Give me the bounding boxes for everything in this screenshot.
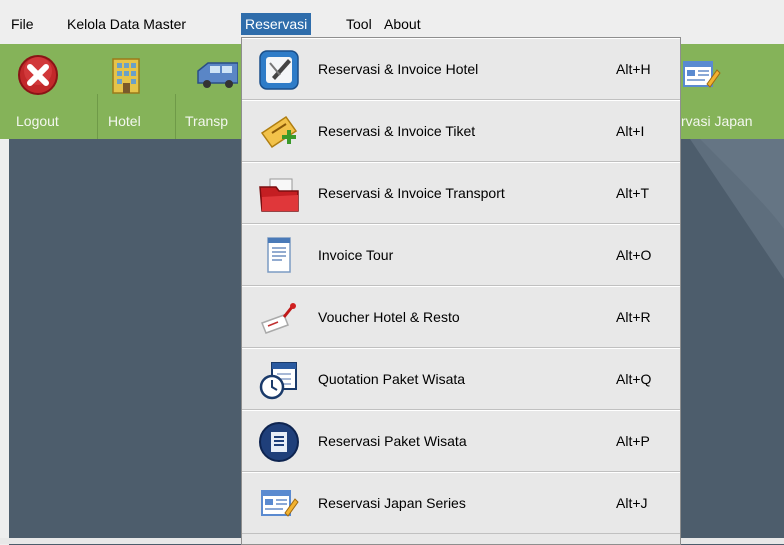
toolbar-separator — [97, 94, 98, 139]
reservasi-japan-label: rvasi Japan — [681, 113, 753, 129]
menu-item-reservasi-invoice-tiket[interactable]: Reservasi & Invoice Tiket Alt+I — [242, 100, 680, 162]
menu-item-quotation-paket-wisata[interactable]: Quotation Paket Wisata Alt+Q — [242, 348, 680, 410]
menu-item-invoice-tour[interactable]: Invoice Tour Alt+O — [242, 224, 680, 286]
menu-item-reservasi-invoice-transport[interactable]: Reservasi & Invoice Transport Alt+T — [242, 162, 680, 224]
menu-kelola-data-master[interactable]: Kelola Data Master — [63, 13, 190, 35]
document-icon — [267, 237, 291, 273]
menu-item-voucher-hotel-resto[interactable]: Voucher Hotel & Resto Alt+R — [242, 286, 680, 348]
menu-item-label: Reservasi & Invoice Tiket — [318, 123, 476, 139]
toolbar-separator — [175, 94, 176, 139]
menu-item-accelerator: Alt+R — [616, 309, 651, 325]
logout-button[interactable]: Logout — [10, 44, 66, 139]
menu-about[interactable]: About — [380, 13, 425, 35]
menu-item-accelerator: Alt+J — [616, 495, 648, 511]
hotel-building-icon — [112, 58, 140, 94]
red-folder-icon — [259, 178, 299, 212]
menu-item-label: Quotation Paket Wisata — [318, 371, 466, 387]
van-icon — [197, 62, 238, 88]
menu-reservasi[interactable]: Reservasi — [241, 13, 312, 35]
menu-item-reservasi-invoice-hotel[interactable]: Reservasi & Invoice Hotel Alt+H — [242, 38, 680, 100]
form-edit-icon — [683, 61, 721, 88]
menu-item-label: Reservasi Paket Wisata — [318, 433, 467, 449]
hotel-button[interactable]: Hotel — [102, 44, 152, 139]
menu-tool[interactable]: Tool — [342, 13, 376, 35]
ticket-add-icon — [260, 115, 298, 149]
menu-item-reservasi-japan-series[interactable]: Reservasi Japan Series Alt+J — [242, 472, 680, 534]
clock-calendar-icon — [259, 362, 297, 400]
voucher-pin-icon — [261, 303, 296, 334]
transport-button[interactable]: Transp — [180, 44, 241, 139]
menu-item-accelerator: Alt+O — [616, 247, 652, 263]
menu-item-accelerator: Alt+T — [616, 185, 650, 201]
reservasi-dropdown-menu: Reservasi & Invoice Hotel Alt+H Reservas… — [241, 37, 681, 545]
menu-item-label: Invoice Tour — [318, 247, 394, 263]
menu-item-accelerator: Alt+Q — [616, 371, 652, 387]
form-edit-icon — [261, 490, 299, 517]
pen-note-icon — [259, 50, 299, 90]
close-circle-icon — [18, 55, 58, 95]
menu-item-accelerator: Alt+P — [616, 433, 650, 449]
menu-item-accelerator: Alt+H — [616, 61, 651, 77]
hotel-label: Hotel — [108, 113, 141, 129]
menu-item-reservasi-paket-wisata[interactable]: Reservasi Paket Wisata Alt+P — [242, 410, 680, 472]
menu-item-label: Reservasi & Invoice Hotel — [318, 61, 479, 77]
transport-label: Transp — [185, 113, 229, 129]
menu-item-label: Reservasi & Invoice Transport — [318, 185, 505, 201]
left-border — [0, 139, 9, 545]
menu-item-label: Voucher Hotel & Resto — [318, 309, 460, 325]
menu-item-accelerator: Alt+I — [616, 123, 645, 139]
list-badge-icon — [259, 422, 299, 462]
menu-item-label: Reservasi Japan Series — [318, 495, 466, 511]
logout-label: Logout — [16, 113, 59, 129]
menu-file[interactable]: File — [7, 13, 38, 35]
reservasi-japan-button[interactable]: rvasi Japan — [681, 44, 784, 139]
